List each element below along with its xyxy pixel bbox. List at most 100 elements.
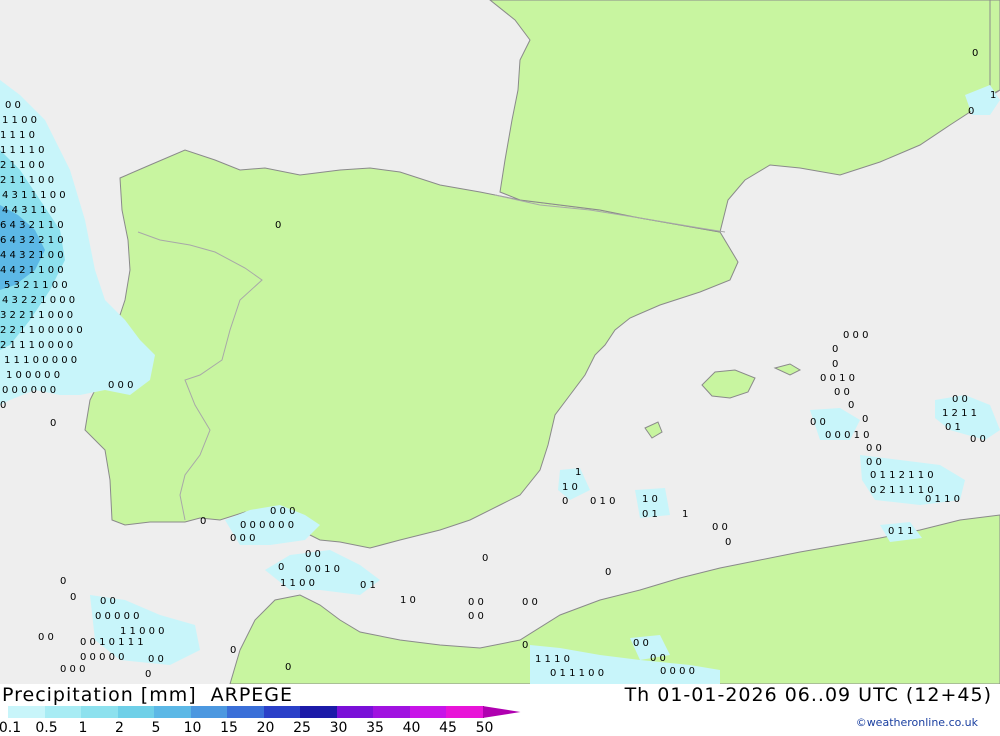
svg-text:0 1: 0 1 (945, 422, 961, 433)
svg-text:0 1 0: 0 1 0 (590, 496, 615, 507)
legend-swatch (81, 706, 119, 718)
svg-text:0 0: 0 0 (866, 457, 882, 468)
svg-text:0 0 0: 0 0 0 (230, 533, 255, 544)
svg-text:0 0 0 0: 0 0 0 0 (660, 666, 695, 677)
svg-text:1 1 0 0: 1 1 0 0 (280, 578, 315, 589)
svg-text:0: 0 (275, 220, 281, 231)
svg-text:0 0 1 0: 0 0 1 0 (305, 564, 340, 575)
svg-text:0: 0 (862, 414, 868, 425)
legend-label: 1 (78, 720, 88, 736)
svg-text:4 4 3 1 1 0: 4 4 3 1 1 0 (2, 205, 56, 216)
title-text: Precipitation [mm] (2, 684, 197, 706)
legend-label: 0.1 (0, 720, 22, 736)
svg-text:0 0 0: 0 0 0 (60, 664, 85, 675)
svg-text:0 0 1 0: 0 0 1 0 (820, 373, 855, 384)
svg-text:0 0: 0 0 (650, 653, 666, 664)
svg-text:0: 0 (230, 645, 236, 656)
svg-text:1 2 1 1: 1 2 1 1 (942, 408, 977, 419)
svg-text:1 1 1 0 0 0 0 0: 1 1 1 0 0 0 0 0 (4, 355, 77, 366)
svg-text:1: 1 (990, 90, 996, 101)
svg-text:1 0: 1 0 (642, 494, 658, 505)
legend-swatch (336, 706, 374, 718)
svg-text:2 1 1 1 0 0 0 0: 2 1 1 1 0 0 0 0 (0, 340, 73, 351)
svg-text:0: 0 (522, 640, 528, 651)
svg-text:1 1 1 0: 1 1 1 0 (0, 130, 35, 141)
svg-text:1 1 0 0: 1 1 0 0 (2, 115, 37, 126)
legend-swatch (409, 706, 447, 718)
precipitation-map: 0 0 1 1 0 0 1 1 1 0 1 1 1 1 0 2 1 1 0 0 2 1 … (0, 0, 1000, 685)
svg-text:0: 0 (848, 400, 854, 411)
svg-text:0 1: 0 1 (642, 509, 658, 520)
svg-text:0 0: 0 0 (38, 632, 54, 643)
svg-text:2 1 1 1 0 0: 2 1 1 1 0 0 (0, 175, 54, 186)
svg-text:1 1 0 0 0: 1 1 0 0 0 (120, 626, 165, 637)
svg-text:0 0 0: 0 0 0 (108, 380, 133, 391)
svg-text:4 4 2 1 1 0 0: 4 4 2 1 1 0 0 (0, 265, 64, 276)
svg-text:0 0 0 0 0: 0 0 0 0 0 (80, 652, 125, 663)
svg-text:0 1: 0 1 (360, 580, 376, 591)
svg-text:0: 0 (832, 344, 838, 355)
svg-text:0: 0 (832, 359, 838, 370)
svg-text:0: 0 (605, 567, 611, 578)
svg-text:0: 0 (285, 662, 291, 673)
svg-text:0: 0 (725, 537, 731, 548)
svg-text:0 0 0 0 0: 0 0 0 0 0 (95, 611, 140, 622)
svg-text:2 2 1 1 0 0 0 0 0: 2 2 1 1 0 0 0 0 0 (0, 325, 83, 336)
legend-label: 50 (475, 720, 494, 736)
svg-text:0 0: 0 0 (148, 654, 164, 665)
svg-text:0 1 1 2 1 1 0: 0 1 1 2 1 1 0 (870, 470, 934, 481)
svg-text:0 0: 0 0 (970, 434, 986, 445)
legend-swatch (263, 706, 301, 718)
legend-swatch (44, 706, 82, 718)
svg-text:1: 1 (575, 467, 581, 478)
legend-label: 35 (366, 720, 384, 736)
legend-label: 2 (115, 720, 124, 736)
legend-swatch (154, 706, 192, 718)
svg-text:1 1 1 1 0: 1 1 1 1 0 (0, 145, 45, 156)
svg-text:0 0: 0 0 (468, 611, 484, 622)
svg-text:5 3 2 1 1 0 0: 5 3 2 1 1 0 0 (4, 280, 68, 291)
svg-text:1 0: 1 0 (562, 482, 578, 493)
svg-text:0 0: 0 0 (100, 596, 116, 607)
svg-text:0 1 1: 0 1 1 (888, 526, 913, 537)
svg-text:0: 0 (562, 496, 568, 507)
legend-swatch (190, 706, 228, 718)
svg-text:4 3 2 2 1 0 0 0: 4 3 2 2 1 0 0 0 (2, 295, 75, 306)
legend-swatch (117, 706, 155, 718)
svg-text:2 1 1 0 0: 2 1 1 0 0 (0, 160, 45, 171)
svg-text:0: 0 (70, 592, 76, 603)
svg-text:0 0: 0 0 (810, 417, 826, 428)
svg-text:0 0: 0 0 (834, 387, 850, 398)
legend-label: 0.5 (35, 720, 58, 736)
map-canvas: 0 0 1 1 0 0 1 1 1 0 1 1 1 1 0 2 1 1 0 0 2 1 … (0, 0, 1000, 685)
model-name: ARPEGE (210, 684, 294, 706)
valid-time: Th 01-01-2026 06..09 UTC (12+45) (624, 684, 992, 706)
legend-label: 10 (183, 720, 202, 736)
svg-text:0: 0 (200, 516, 206, 527)
svg-text:6 4 3 2 2 1 0: 6 4 3 2 2 1 0 (0, 235, 64, 246)
svg-text:0: 0 (60, 576, 66, 587)
svg-text:0: 0 (482, 553, 488, 564)
svg-text:0 0: 0 0 (633, 638, 649, 649)
svg-text:1 0: 1 0 (400, 595, 416, 606)
credit-link[interactable]: ©weatheronline.co.uk (856, 716, 978, 729)
svg-text:0 0 1 0 1 1 1: 0 0 1 0 1 1 1 (80, 637, 144, 648)
svg-text:0 0: 0 0 (712, 522, 728, 533)
svg-text:1 0 0 0 0 0: 1 0 0 0 0 0 (6, 370, 60, 381)
svg-text:0 0 0: 0 0 0 (843, 330, 868, 341)
svg-text:0: 0 (278, 562, 284, 573)
legend-label: 45 (439, 720, 457, 736)
svg-text:0: 0 (968, 106, 974, 117)
italy-land (989, 0, 1000, 96)
legend-swatch (8, 706, 46, 718)
svg-text:4 4 3 2 1 0 0: 4 4 3 2 1 0 0 (0, 250, 64, 261)
svg-text:0 0 0: 0 0 0 (270, 506, 295, 517)
legend-swatch (446, 706, 484, 718)
svg-text:4 3 1 1 1 0 0: 4 3 1 1 1 0 0 (2, 190, 66, 201)
legend-swatch (482, 706, 521, 718)
map-title: Precipitation [mm] ARPEGE (2, 684, 307, 706)
legend-swatch (300, 706, 338, 718)
svg-text:0 0: 0 0 (468, 597, 484, 608)
legend-label: 20 (256, 720, 275, 736)
svg-text:3 2 2 1 1 0 0 0: 3 2 2 1 1 0 0 0 (0, 310, 73, 321)
